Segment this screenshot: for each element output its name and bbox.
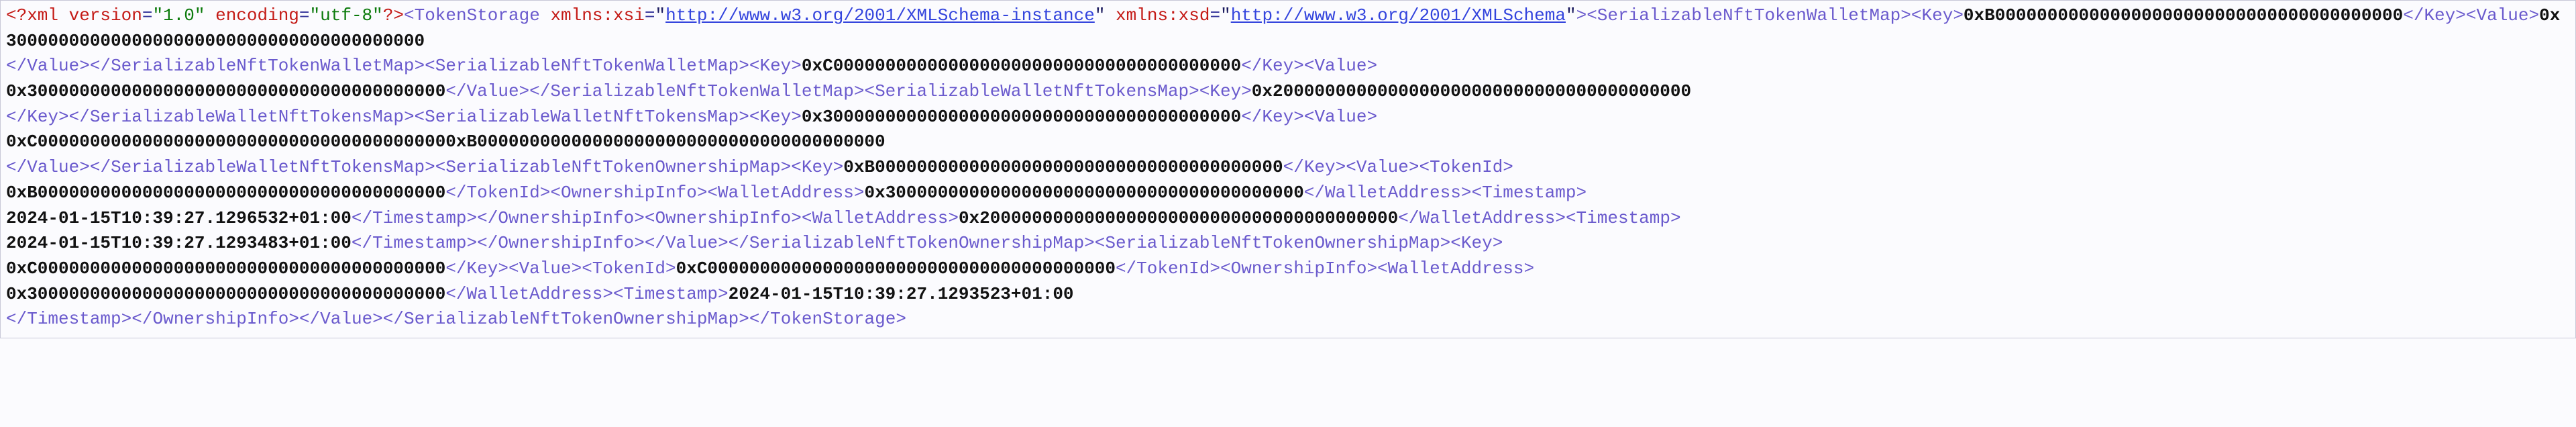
wallet-map-value: 0x30000000000000000000000000000000000000… <box>6 81 445 101</box>
wallet-map-key: 0xC0000000000000000000000000000000000000… <box>802 56 1241 76</box>
ownership-key: 0xB0000000000000000000000000000000000000… <box>843 157 1283 177</box>
xsd-namespace-url: http://www.w3.org/2001/XMLSchema <box>1231 5 1566 26</box>
ownership-key: 0xC0000000000000000000000000000000000000… <box>6 258 445 279</box>
timestamp: 2024-01-15T10:39:27.1293483+01:00 <box>6 233 352 253</box>
wallet-address: 0x20000000000000000000000000000000000000… <box>959 208 1398 228</box>
tokens-map-key: 0x30000000000000000000000000000000000000… <box>802 107 1241 127</box>
root-close: </TokenStorage> <box>749 309 906 329</box>
xml-declaration: <?xml version="1.0" encoding="utf-8"?> <box>6 5 404 26</box>
timestamp: 2024-01-15T10:39:27.1296532+01:00 <box>6 208 352 228</box>
tokens-map-value: 0xC0000000000000000000000000000000000000… <box>6 132 885 152</box>
token-id: 0xC0000000000000000000000000000000000000… <box>676 258 1116 279</box>
tokens-map-key: 0x20000000000000000000000000000000000000… <box>1252 81 1691 101</box>
wallet-address: 0x30000000000000000000000000000000000000… <box>864 183 1303 203</box>
timestamp: 2024-01-15T10:39:27.1293523+01:00 <box>729 284 1074 304</box>
root-open: <TokenStorage <box>404 5 540 26</box>
xml-source-view: <?xml version="1.0" encoding="utf-8"?><T… <box>0 0 2576 338</box>
token-id: 0xB0000000000000000000000000000000000000… <box>6 183 445 203</box>
wallet-map-key: 0xB0000000000000000000000000000000000000… <box>1964 5 2403 26</box>
wallet-address: 0x30000000000000000000000000000000000000… <box>6 284 445 304</box>
xsi-namespace-url: http://www.w3.org/2001/XMLSchema-instanc… <box>665 5 1095 26</box>
